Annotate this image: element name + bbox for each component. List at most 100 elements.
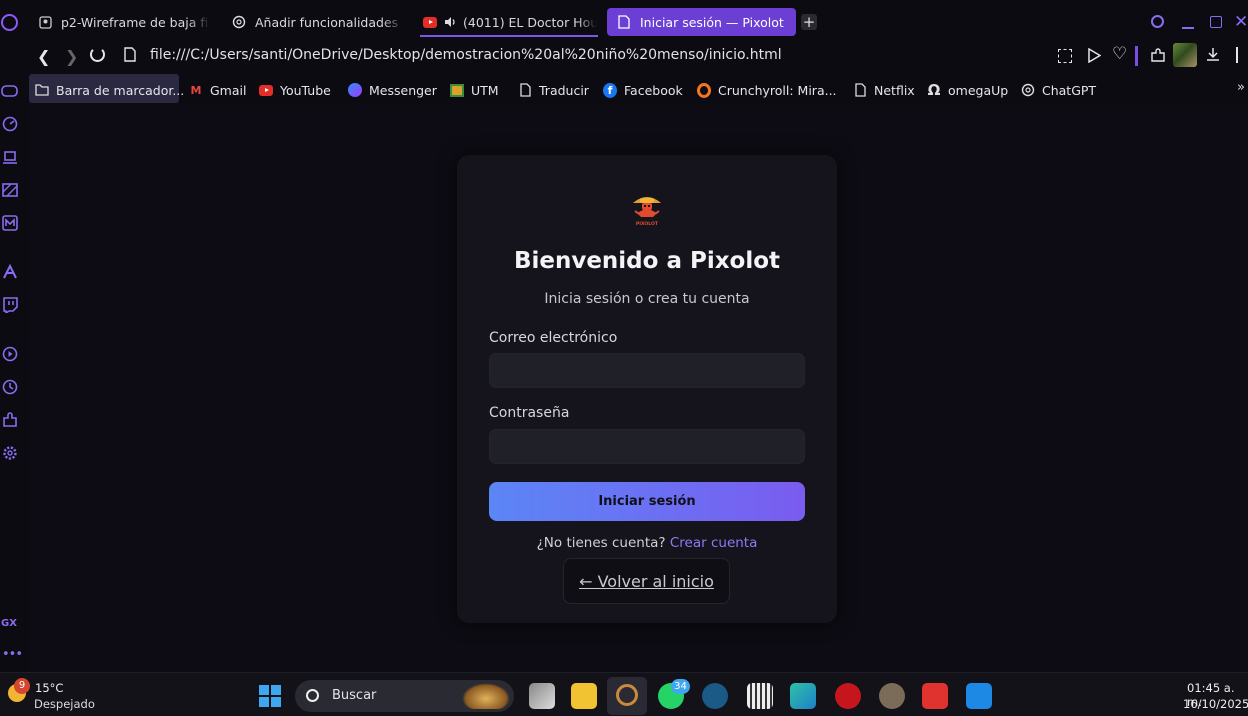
create-account-link[interactable]: Crear cuenta (670, 535, 758, 551)
tab-youtube[interactable]: (4011) EL Doctor Hous (423, 8, 597, 36)
page-icon (124, 47, 136, 66)
whatsapp-badge: 34 (671, 679, 690, 694)
back-home-button[interactable]: ← Volver al inicio (563, 558, 730, 604)
password-field[interactable] (489, 429, 805, 464)
youtube-icon (259, 83, 273, 97)
search-placeholder: Buscar (332, 688, 377, 703)
weather-temp[interactable]: 15°C (35, 681, 63, 695)
gx-label[interactable]: GX (1, 618, 17, 629)
bookmark-label: YouTube (280, 82, 331, 98)
bookmark-label: omegaUp (948, 82, 1009, 98)
download-icon[interactable] (1206, 47, 1220, 66)
gimp-icon[interactable] (879, 683, 905, 709)
gamepad-icon[interactable] (1, 82, 18, 99)
page-icon (518, 83, 532, 97)
task-view-icon[interactable] (529, 683, 555, 709)
speed-dial-icon[interactable] (1, 115, 18, 132)
page-subtitle: Inicia sesión o crea tu cuenta (544, 291, 750, 307)
speaker-icon[interactable] (443, 15, 457, 29)
aria-icon[interactable] (1, 263, 18, 280)
tab-label: Iniciar sesión — Pixolot (640, 14, 784, 30)
facebook-icon: f (603, 82, 617, 98)
red-app-icon[interactable] (835, 683, 861, 709)
back-icon[interactable]: ❮ (37, 47, 50, 66)
login-button[interactable]: Iniciar sesión (489, 482, 805, 521)
history-icon[interactable] (1, 378, 18, 395)
messenger-sidebar-icon[interactable] (1, 214, 18, 231)
search-icon[interactable] (1151, 15, 1164, 28)
qr-app-icon[interactable] (747, 683, 773, 709)
bookmark-folder[interactable]: Barra de marcador... (35, 77, 184, 103)
bookmark-label: Messenger (369, 82, 437, 98)
snapshot-icon[interactable] (1058, 49, 1072, 63)
signup-prompt: ¿No tienes cuenta? Crear cuenta (457, 535, 837, 551)
tab-underline (420, 35, 598, 37)
twitch-icon[interactable] (1, 296, 18, 313)
bookmark-crunchyroll[interactable]: Crunchyroll: Mira... (697, 77, 837, 103)
utm-icon (450, 83, 464, 97)
no-account-text: ¿No tienes cuenta? (536, 535, 666, 551)
vscode-icon[interactable] (966, 683, 992, 709)
cleaner-icon[interactable] (1, 181, 18, 198)
tab-label: (4011) EL Doctor Hous (463, 14, 597, 30)
steam-icon[interactable] (702, 683, 728, 709)
heart-icon[interactable]: ♡ (1112, 44, 1127, 64)
bookmark-omegaup[interactable]: Ω omegaUp (927, 77, 1009, 103)
bookmark-label: Netflix (874, 82, 915, 98)
limiter-icon[interactable] (1, 148, 18, 165)
new-tab-button[interactable]: + (801, 14, 817, 30)
tab-pixolot[interactable]: Iniciar sesión — Pixolot (607, 8, 796, 36)
bookmark-label: ChatGPT (1042, 82, 1097, 98)
bookmark-label: Crunchyroll: Mira... (718, 82, 837, 98)
bookmark-facebook[interactable]: f Facebook (603, 77, 683, 103)
extensions-sidebar-icon[interactable] (1, 411, 18, 428)
document-icon (38, 15, 52, 29)
weather-badge: 9 (14, 678, 30, 694)
player-icon[interactable] (1, 345, 18, 362)
settings-icon[interactable] (1, 444, 18, 461)
opera-gx-icon[interactable] (616, 684, 638, 706)
tab-label: p2-Wireframe de baja fide (61, 14, 210, 30)
forward-icon[interactable]: ❯ (65, 47, 78, 66)
bookmark-messenger[interactable]: Messenger (348, 77, 437, 103)
extensions-icon[interactable] (1150, 48, 1166, 67)
bookmark-utm[interactable]: UTM (450, 77, 499, 103)
play-icon[interactable] (1087, 47, 1102, 67)
tab-chatgpt[interactable]: Añadir funcionalidades cc (232, 8, 404, 36)
avatar[interactable] (1173, 43, 1197, 67)
folder-icon (35, 83, 49, 97)
bookmark-youtube[interactable]: YouTube (259, 77, 331, 103)
chatgpt-icon (232, 15, 246, 29)
menu-icon[interactable] (1236, 47, 1246, 63)
chatgpt-icon (1021, 83, 1035, 97)
clock-date[interactable]: 16/10/2025 (1183, 697, 1248, 711)
url-field[interactable]: file:///C:/Users/santi/OneDrive/Desktop/… (150, 47, 782, 63)
password-label: Contraseña (489, 405, 570, 421)
wps-office-icon[interactable] (922, 683, 948, 709)
bookmark-chatgpt[interactable]: ChatGPT (1021, 77, 1096, 103)
bookmark-netflix[interactable]: Netflix (853, 77, 915, 103)
minimize-icon[interactable] (1182, 27, 1194, 29)
messenger-icon (348, 83, 362, 97)
restore-icon[interactable] (1210, 16, 1222, 28)
file-explorer-icon[interactable] (571, 683, 597, 709)
opera-logo-icon[interactable] (1, 14, 18, 31)
more-icon[interactable]: ••• (2, 647, 23, 662)
page-icon (617, 15, 631, 29)
reload-icon[interactable] (90, 47, 105, 62)
bookmark-label: Facebook (624, 82, 683, 98)
tab-wireframe[interactable]: p2-Wireframe de baja fide (38, 8, 210, 36)
bookmark-traducir[interactable]: Traducir (518, 77, 589, 103)
email-field[interactable] (489, 353, 805, 388)
windows-start-icon[interactable] (259, 685, 281, 707)
email-label: Correo electrónico (489, 330, 618, 346)
pixolot-logo: PIXOLOT (631, 193, 663, 227)
bookmark-label: Traducir (539, 82, 589, 98)
bookmark-gmail[interactable]: M Gmail (189, 77, 247, 103)
close-icon[interactable]: ✕ (1234, 12, 1248, 32)
bookmarks-overflow-icon[interactable]: » (1237, 80, 1245, 95)
weather-desc[interactable]: Despejado (34, 697, 95, 711)
search-icon (306, 689, 319, 702)
search-highlight-image (462, 683, 510, 709)
pixel-app-icon[interactable] (790, 683, 816, 709)
